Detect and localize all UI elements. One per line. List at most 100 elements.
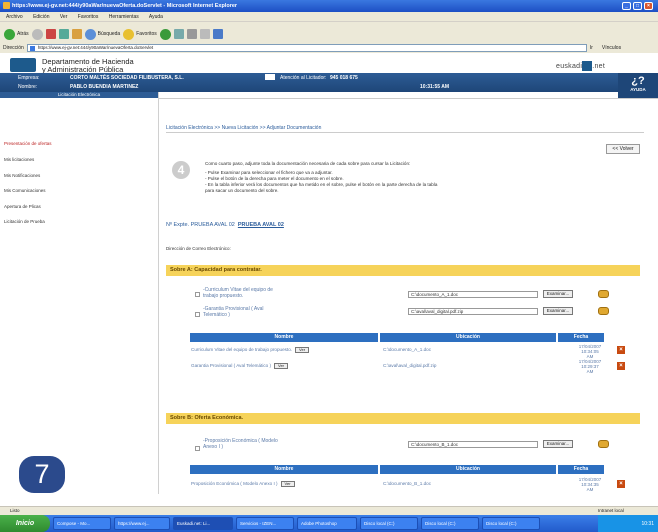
instructions: Como cuarto paso, adjunte toda la docume…: [205, 161, 438, 193]
step-badge: 7: [19, 456, 65, 493]
taskbar-item[interactable]: Compose - Mo...: [53, 517, 111, 530]
browser-toolbar: Atrás Búsqueda Favoritos: [0, 21, 658, 42]
divider: [166, 132, 644, 133]
attach-icon[interactable]: [598, 290, 609, 298]
taskbar-item[interactable]: Euskadi.net: Li...: [173, 517, 233, 530]
maximize-button[interactable]: □: [633, 2, 642, 10]
taskbar-item[interactable]: Adobe Photoshop: [297, 517, 357, 530]
remove-doc-icon[interactable]: ×: [617, 346, 625, 354]
file-input[interactable]: C:\documento_B_1.doc: [408, 441, 538, 448]
search-button[interactable]: Búsqueda: [84, 28, 120, 41]
window-titlebar: https://www.ej-gv.net:444/y90aWar/nuevaO…: [0, 0, 658, 12]
remove-doc-icon[interactable]: ×: [617, 480, 625, 488]
attach-icon[interactable]: [598, 307, 609, 315]
menu-archivo[interactable]: Archivo: [6, 14, 23, 20]
history-icon[interactable]: [159, 28, 171, 40]
help-button[interactable]: ¿? AYUDA: [618, 73, 658, 98]
column-header-nombre: Nombre: [190, 465, 378, 474]
examinar-button[interactable]: Examinar...: [543, 440, 573, 448]
links-label[interactable]: Vínculos: [602, 45, 621, 51]
volver-button[interactable]: << Volver: [606, 144, 640, 154]
status-bar: Listo Intranet local: [0, 506, 658, 515]
table-cell-ubicacion: C:\documento_B_1.doc: [383, 481, 432, 486]
menu-herramientas[interactable]: Herramientas: [109, 14, 139, 20]
doc-checkbox[interactable]: [195, 292, 200, 297]
doc-label: -Curriculum Vitae del equipo de trabajo p…: [203, 287, 273, 299]
file-input[interactable]: C:\documento_A_1.doc: [408, 291, 538, 298]
atencion-label: Atención al Licitador:: [280, 75, 327, 81]
sidebar-item-mis-licitaciones[interactable]: Mis licitaciones: [4, 157, 34, 162]
taskbar: Inicio Compose - Mo... https://www.ej...…: [0, 515, 658, 532]
ie-icon: [3, 2, 10, 9]
sobre-a-header: Sobre A: Capacidad para contratar.: [166, 265, 640, 276]
search-icon: [84, 28, 96, 40]
examinar-button[interactable]: Examinar...: [543, 290, 573, 298]
phone-icon: [265, 74, 275, 80]
close-button[interactable]: ×: [644, 2, 653, 10]
examinar-button[interactable]: Examinar...: [543, 307, 573, 315]
menu-ayuda[interactable]: Ayuda: [149, 14, 163, 20]
menu-bar: Archivo Edición Ver Favoritos Herramient…: [0, 12, 658, 21]
taskbar-item[interactable]: Disco local (C:): [360, 517, 418, 530]
euskadi-mark-icon: [582, 61, 593, 71]
column-header-fecha: Fecha: [558, 333, 604, 342]
step-number: 4: [172, 161, 190, 179]
info-bar: Empresa: CORTO MALTÉS SOCIEDAD FILIBUSTE…: [0, 73, 658, 92]
sidebar-item-presentacion[interactable]: Presentación de ofertas: [4, 141, 52, 146]
start-button[interactable]: Inicio: [0, 515, 50, 532]
address-bar: Dirección https://www.ej-gv.net:444/y90a…: [0, 42, 658, 53]
sidebar: Presentación de ofertas Mis licitaciones…: [0, 98, 158, 494]
refresh-icon[interactable]: [58, 29, 69, 39]
address-input[interactable]: https://www.ej-gv.net:444/y90aWar/nuevaO…: [26, 44, 587, 52]
stop-icon[interactable]: [45, 29, 56, 39]
print-icon[interactable]: [186, 29, 197, 39]
attach-icon[interactable]: [598, 440, 609, 448]
doc-checkbox[interactable]: [195, 446, 200, 451]
favorites-button[interactable]: Favoritos: [123, 28, 157, 41]
taskbar-item[interactable]: Servicios - IZEN...: [236, 517, 294, 530]
nombre-label: Nombre:: [18, 84, 38, 90]
remove-doc-icon[interactable]: ×: [617, 362, 625, 370]
menu-edicion[interactable]: Edición: [33, 14, 49, 20]
table-row: Garantia Provisional ( Aval Telemático )…: [191, 363, 289, 369]
doc-label: -Proposición Económica ( Modelo Anexo I ): [203, 438, 278, 450]
table-cell-ubicacion: C:\aval\aval_digital.pdf.zip: [383, 363, 437, 368]
expediente-link[interactable]: PRUEBA AVAL 02: [238, 222, 284, 228]
sidebar-item-apertura-plicas[interactable]: Apertura de Plicas: [4, 204, 41, 209]
ver-button[interactable]: Ver: [274, 363, 289, 369]
go-button[interactable]: Ir: [590, 45, 593, 51]
table-cell-fecha: 17/04/2007 10:34:05 AM: [578, 344, 602, 359]
ver-button[interactable]: Ver: [280, 481, 295, 487]
home-icon[interactable]: [71, 29, 82, 39]
taskbar-item[interactable]: Disco local (C:): [482, 517, 540, 530]
breadcrumb: Licitación Electrónica >> Nueva Licitaci…: [166, 125, 322, 131]
star-icon: [123, 28, 135, 40]
sidebar-item-mis-comunicaciones[interactable]: Mis Comunicaciones: [4, 188, 46, 193]
sobre-b-header: Sobre B: Oferta Económica.: [166, 413, 640, 424]
forward-button[interactable]: [31, 28, 43, 41]
atencion-value: 945 018 675: [330, 75, 358, 81]
menu-ver[interactable]: Ver: [60, 14, 68, 20]
doc-checkbox[interactable]: [195, 312, 200, 317]
doc-label: -Garantia Provisional ( Aval Telemático ): [203, 306, 264, 318]
taskbar-item[interactable]: https://www.ej...: [114, 517, 170, 530]
edit-icon[interactable]: [199, 29, 210, 39]
sidebar-item-mis-notificaciones[interactable]: Mis Notificaciones: [4, 173, 40, 178]
gobierno-vasco-logo: [10, 58, 36, 72]
column-header-fecha: Fecha: [558, 465, 604, 474]
mail-icon[interactable]: [173, 29, 184, 39]
back-button[interactable]: Atrás: [4, 28, 29, 41]
ver-button[interactable]: Ver: [295, 347, 310, 353]
sidebar-item-licitacion-prueba[interactable]: Licitación de Prueba: [4, 219, 45, 224]
column-header-ubicacion: Ubicación: [380, 333, 556, 342]
minimize-button[interactable]: _: [622, 2, 631, 10]
menu-favoritos[interactable]: Favoritos: [78, 14, 99, 20]
file-input[interactable]: C:\aval\aval_digital.pdf.zip: [408, 308, 538, 315]
nombre-value: PABLO BUENDIA MARTINEZ: [70, 84, 139, 90]
table-cell-ubicacion: C:\documento_A_1.doc: [383, 347, 432, 352]
messenger-icon[interactable]: [212, 29, 223, 39]
table-cell-fecha: 17/04/2007 10:29:37 AM: [578, 359, 602, 374]
taskbar-item[interactable]: Disco local (C:): [421, 517, 479, 530]
empresa-label: Empresa:: [18, 75, 40, 81]
euskadi-logo[interactable]: euskadi .net: [556, 61, 605, 71]
